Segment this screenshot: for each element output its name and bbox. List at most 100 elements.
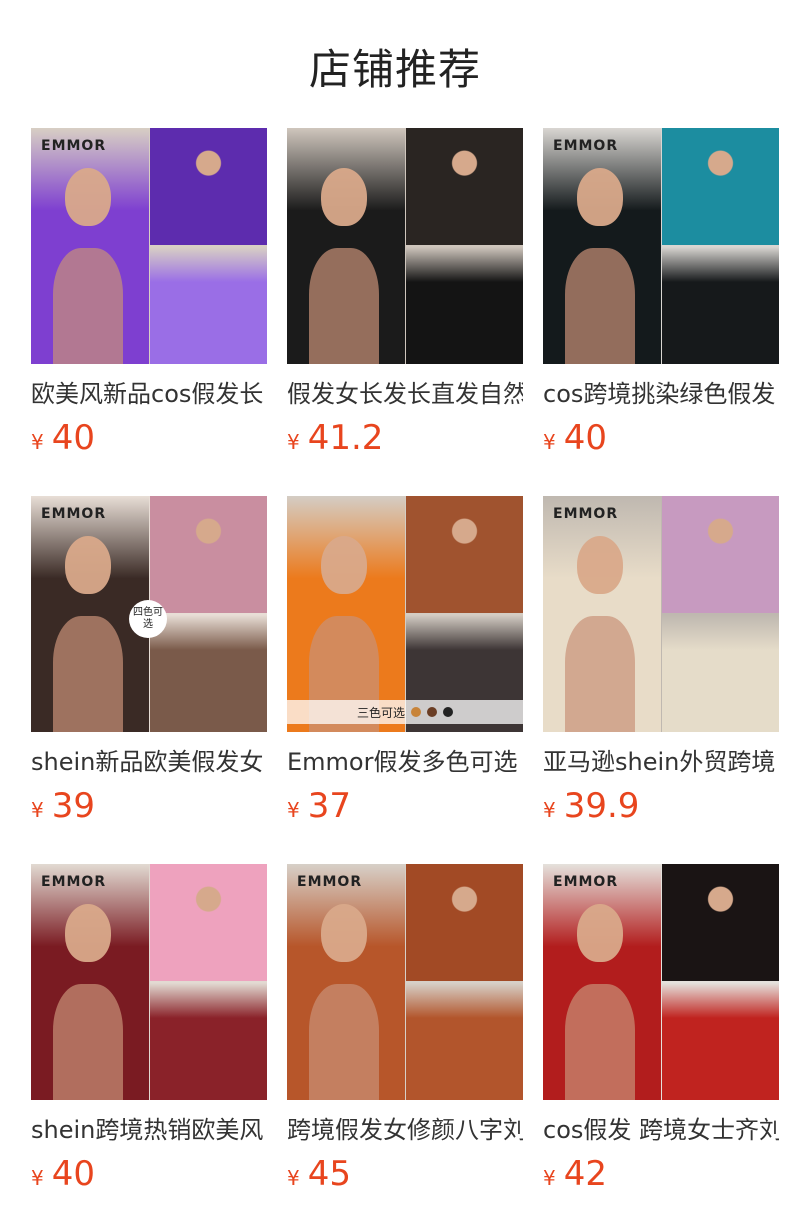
product-price: ¥39 — [31, 784, 95, 828]
side-photo-bottom — [150, 983, 267, 1100]
brand-logo: EMMOR — [41, 874, 107, 890]
color-swatch — [411, 707, 421, 717]
product-card[interactable]: 三色可选 Emmor假发多色可选 ¥37 — [287, 496, 523, 864]
product-image[interactable]: EMMOR — [543, 128, 779, 364]
section-title: 店铺推荐 — [308, 45, 481, 94]
product-price: ¥40 — [543, 416, 607, 460]
model-face — [321, 536, 367, 594]
currency-symbol: ¥ — [543, 430, 556, 454]
price-value: 40 — [563, 418, 607, 458]
side-photo-top — [406, 496, 523, 613]
main-photo — [31, 864, 149, 1100]
product-price: ¥39.9 — [543, 784, 639, 828]
price-value: 39 — [51, 786, 95, 826]
product-name[interactable]: 假发女长发长直发自然 — [287, 376, 523, 412]
product-image[interactable]: EMMOR 四色可选 — [31, 496, 267, 732]
brand-logo: EMMOR — [41, 506, 107, 522]
price-value: 41.2 — [307, 418, 384, 458]
product-image[interactable]: 三色可选 — [287, 496, 523, 732]
currency-symbol: ¥ — [31, 430, 44, 454]
product-name[interactable]: cos跨境挑染绿色假发 — [543, 376, 779, 412]
product-image[interactable]: EMMOR — [543, 496, 779, 732]
side-photo-bottom — [150, 615, 267, 732]
side-photo-bottom — [662, 247, 779, 364]
model-face — [321, 904, 367, 962]
brand-logo: EMMOR — [41, 138, 107, 154]
product-name[interactable]: cos假发 跨境女士齐刘 — [543, 1112, 779, 1148]
side-photo-top — [662, 496, 779, 613]
product-image[interactable]: EMMOR — [31, 128, 267, 364]
product-price: ¥37 — [287, 784, 351, 828]
model-body — [309, 984, 379, 1100]
currency-symbol: ¥ — [287, 798, 300, 822]
side-photo-top — [406, 864, 523, 981]
price-value: 37 — [307, 786, 351, 826]
model-body — [309, 248, 379, 364]
product-card[interactable]: EMMOR cos跨境挑染绿色假发 ¥40 — [543, 128, 779, 496]
side-photo-top — [150, 496, 267, 613]
side-photo-top — [662, 864, 779, 981]
product-card[interactable]: 假发女长发长直发自然 ¥41.2 — [287, 128, 523, 496]
recommend-page: 店铺推荐 EMMOR 欧美风新品cos假发长 ¥40 假发女长发长直发自然 ¥41.2 E… — [0, 0, 790, 1232]
model-body — [565, 984, 635, 1100]
product-card[interactable]: EMMOR cos假发 跨境女士齐刘 ¥42 — [543, 864, 779, 1232]
product-price: ¥40 — [31, 416, 95, 460]
currency-symbol: ¥ — [543, 798, 556, 822]
model-body — [53, 616, 123, 732]
model-face — [65, 904, 111, 962]
main-photo — [543, 496, 661, 732]
side-photo-top — [150, 864, 267, 981]
product-price: ¥42 — [543, 1152, 607, 1196]
product-price: ¥40 — [31, 1152, 95, 1196]
brand-logo: EMMOR — [553, 874, 619, 890]
side-photo-top — [150, 128, 267, 245]
product-name[interactable]: 亚马逊shein外贸跨境 — [543, 744, 779, 780]
product-card[interactable]: EMMOR 亚马逊shein外贸跨境 ¥39.9 — [543, 496, 779, 864]
color-swatch — [427, 707, 437, 717]
main-photo — [287, 864, 405, 1100]
main-photo — [287, 128, 405, 364]
model-body — [565, 616, 635, 732]
main-photo — [543, 864, 661, 1100]
model-face — [65, 536, 111, 594]
brand-logo: EMMOR — [553, 138, 619, 154]
side-photo-top — [406, 128, 523, 245]
model-face — [321, 168, 367, 226]
product-name[interactable]: shein跨境热销欧美风 — [31, 1112, 267, 1148]
product-image[interactable]: EMMOR — [287, 864, 523, 1100]
currency-symbol: ¥ — [543, 1166, 556, 1190]
product-image[interactable]: EMMOR — [31, 864, 267, 1100]
brand-logo: EMMOR — [553, 506, 619, 522]
currency-symbol: ¥ — [287, 1166, 300, 1190]
product-price: ¥45 — [287, 1152, 351, 1196]
main-photo — [287, 496, 405, 732]
side-photo-top — [662, 128, 779, 245]
currency-symbol: ¥ — [31, 1166, 44, 1190]
side-photo-bottom — [150, 247, 267, 364]
main-photo — [543, 128, 661, 364]
product-price: ¥41.2 — [287, 416, 383, 460]
price-value: 42 — [563, 1154, 607, 1194]
side-photo-bottom — [662, 983, 779, 1100]
main-photo — [31, 128, 149, 364]
brand-logo: EMMOR — [297, 874, 363, 890]
product-image[interactable]: EMMOR — [543, 864, 779, 1100]
color-options-bar: 三色可选 — [287, 700, 523, 724]
model-body — [565, 248, 635, 364]
product-name[interactable]: 欧美风新品cos假发长 — [31, 376, 267, 412]
product-card[interactable]: EMMOR 欧美风新品cos假发长 ¥40 — [31, 128, 267, 496]
model-face — [577, 904, 623, 962]
product-card[interactable]: EMMOR shein跨境热销欧美风 ¥40 — [31, 864, 267, 1232]
price-value: 45 — [307, 1154, 351, 1194]
product-card[interactable]: EMMOR 四色可选 shein新品欧美假发女 ¥39 — [31, 496, 267, 864]
currency-symbol: ¥ — [287, 430, 300, 454]
color-swatch — [443, 707, 453, 717]
product-name[interactable]: 跨境假发女修颜八字刘 — [287, 1112, 523, 1148]
model-body — [53, 248, 123, 364]
product-image[interactable] — [287, 128, 523, 364]
product-name[interactable]: Emmor假发多色可选 — [287, 744, 523, 780]
product-name[interactable]: shein新品欧美假发女 — [31, 744, 267, 780]
currency-symbol: ¥ — [31, 798, 44, 822]
product-card[interactable]: EMMOR 跨境假发女修颜八字刘 ¥45 — [287, 864, 523, 1232]
color-option-badge: 四色可选 — [129, 600, 167, 638]
